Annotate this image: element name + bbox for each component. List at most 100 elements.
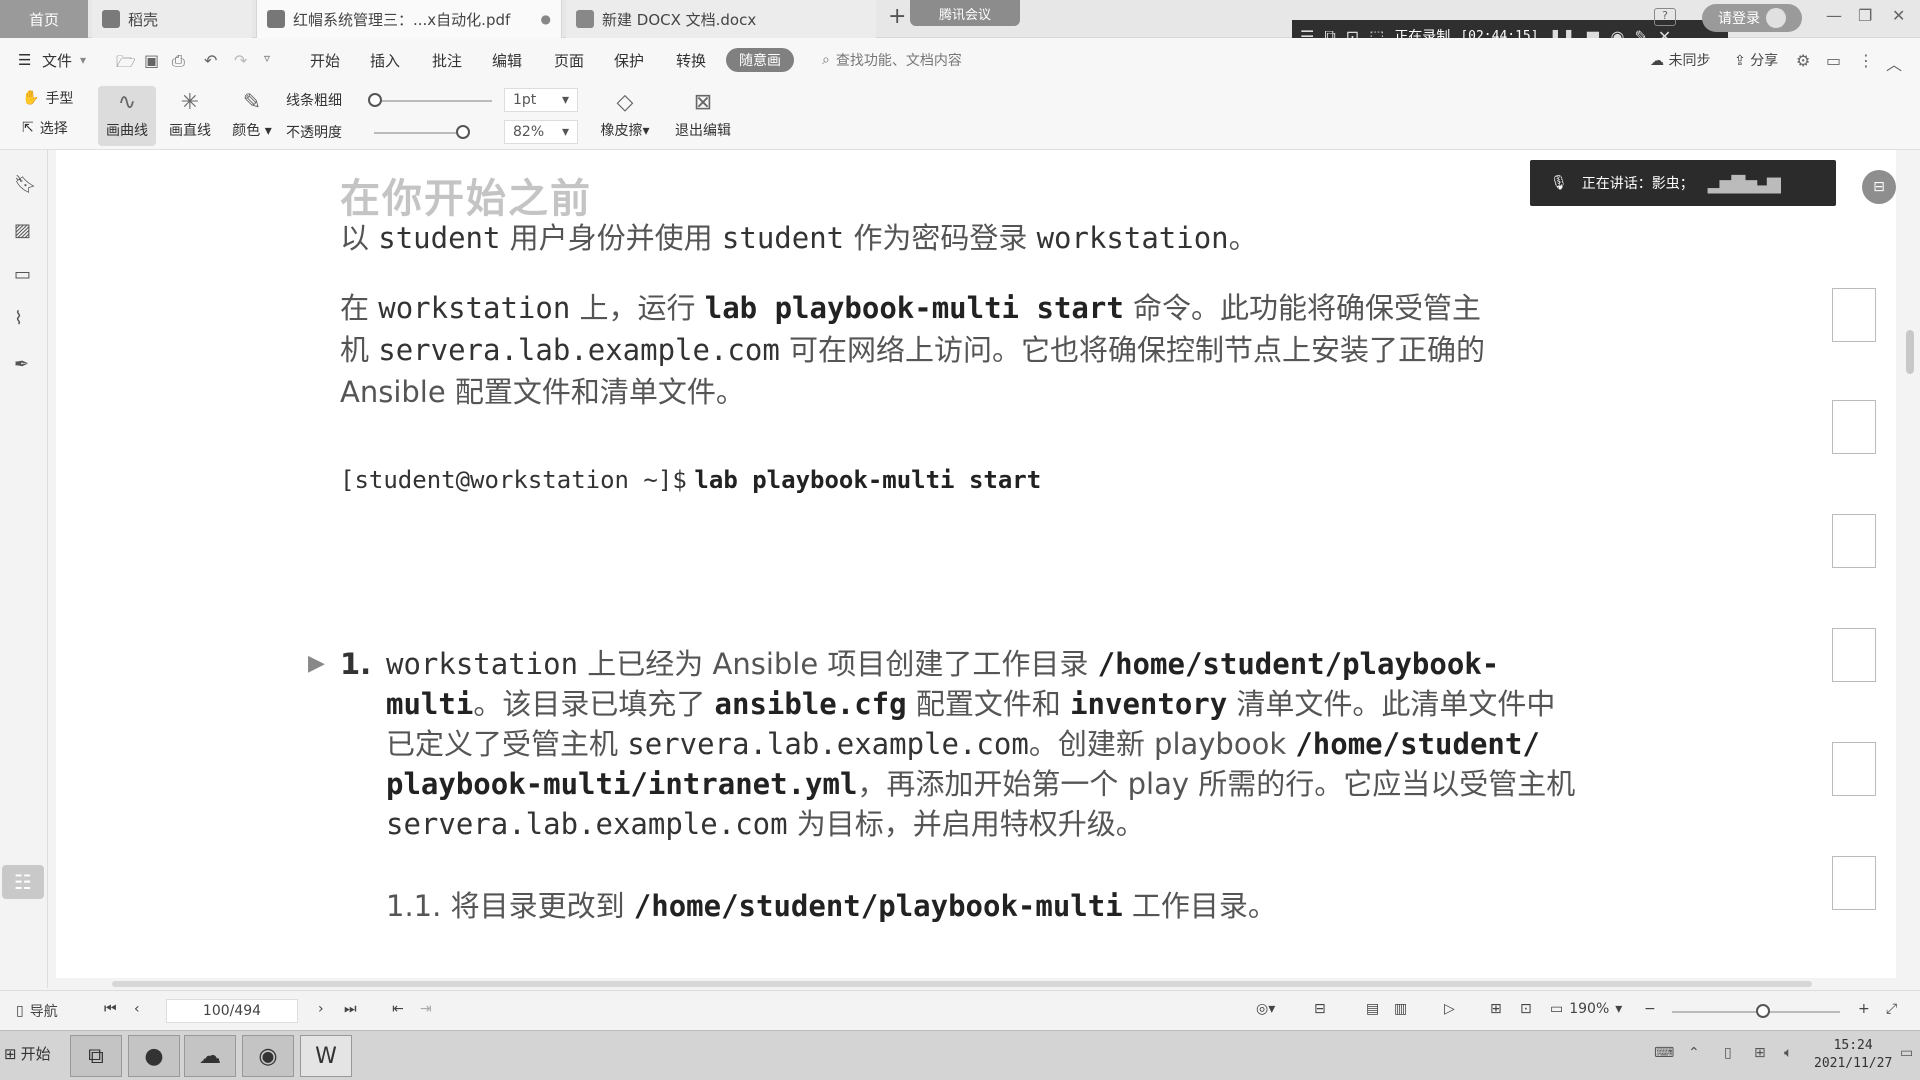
taskbar-app-meeting[interactable]: ☁ bbox=[184, 1035, 236, 1077]
tray-expand-icon[interactable]: ⌃ bbox=[1688, 1045, 1700, 1061]
network-icon[interactable]: ⊞ bbox=[1754, 1045, 1766, 1061]
page-thumbnail[interactable] bbox=[1832, 742, 1876, 796]
page-thumbnail[interactable] bbox=[1832, 856, 1876, 910]
start-button[interactable]: ⊞ 开始 bbox=[4, 1043, 51, 1064]
crop-icon[interactable]: ⊡ bbox=[1520, 1001, 1532, 1017]
search-box[interactable]: ⌕ 查找功能、文档内容 bbox=[822, 50, 962, 70]
undo-icon[interactable]: ↶ bbox=[204, 51, 217, 70]
last-page-icon[interactable]: ⏭ bbox=[344, 1001, 357, 1017]
meeting-badge[interactable]: 腾讯会议 bbox=[910, 0, 1020, 26]
minimize-icon[interactable]: — bbox=[1826, 6, 1842, 25]
exit-edit-button[interactable]: ⊠ 退出编辑 bbox=[668, 86, 738, 146]
unsaved-dot-icon[interactable]: ● bbox=[541, 12, 551, 26]
page-thumbnail[interactable] bbox=[1832, 628, 1876, 682]
menu-insert[interactable]: 插入 bbox=[370, 50, 400, 71]
line-tool[interactable]: ✳ 画直线 bbox=[162, 86, 218, 146]
first-page-icon[interactable]: ⏮ bbox=[104, 1001, 117, 1017]
floating-menu-button[interactable]: ⊟ bbox=[1862, 170, 1896, 204]
next-page-icon[interactable]: › bbox=[318, 1001, 324, 1017]
tab-docx[interactable]: 新建 DOCX 文档.docx bbox=[566, 0, 876, 38]
collapse-triangle-icon[interactable]: ▶ bbox=[308, 644, 325, 684]
more-icon[interactable]: ▿ bbox=[264, 51, 270, 65]
fit-page-icon[interactable]: ⊞ bbox=[1490, 1001, 1502, 1017]
sync-button[interactable]: ☁ 未同步 bbox=[1650, 50, 1710, 70]
page-thumbnail[interactable] bbox=[1832, 514, 1876, 568]
hamburger-icon[interactable]: ☰ bbox=[18, 51, 31, 69]
back-icon[interactable]: ⇤ bbox=[392, 1001, 404, 1017]
keyboard-icon[interactable]: ⌨ bbox=[1654, 1045, 1674, 1061]
forward-icon[interactable]: ⇥ bbox=[420, 1001, 432, 1017]
zoom-out-icon[interactable]: − bbox=[1644, 1001, 1656, 1017]
nav-toggle[interactable]: ▯ 导航 bbox=[16, 1001, 58, 1021]
save-icon[interactable]: ▣ bbox=[144, 51, 159, 70]
tab-home[interactable]: 首页 bbox=[0, 0, 88, 38]
more-vertical-icon[interactable]: ⋮ bbox=[1858, 51, 1874, 70]
page-thumbnail[interactable] bbox=[1832, 400, 1876, 454]
play-icon[interactable]: ▷ bbox=[1444, 1001, 1455, 1017]
eraser-tool[interactable]: ◇ 橡皮擦▾ bbox=[590, 86, 660, 146]
opacity-slider-knob[interactable] bbox=[456, 125, 470, 139]
menu-edit[interactable]: 编辑 bbox=[492, 50, 522, 71]
taskbar-app-obs[interactable]: ● bbox=[128, 1035, 180, 1077]
help-icon[interactable]: ? bbox=[1654, 8, 1676, 26]
substep-1-1: 1.1. 将目录更改到 /home/student/playbook-multi… bbox=[386, 889, 1277, 923]
signature-icon[interactable]: ✒ bbox=[14, 354, 29, 375]
print-icon[interactable]: ⎙ bbox=[172, 51, 185, 71]
taskbar-app-wps[interactable]: W bbox=[300, 1035, 352, 1077]
tab-daoke[interactable]: 稻壳 bbox=[92, 0, 252, 38]
window-close-icon[interactable]: ✕ bbox=[1892, 6, 1905, 25]
share-button[interactable]: ⇪ 分享 bbox=[1734, 50, 1778, 70]
zoom-slider-knob[interactable] bbox=[1756, 1004, 1770, 1018]
device-icon[interactable]: ▯ bbox=[1724, 1045, 1732, 1061]
menu-protect[interactable]: 保护 bbox=[614, 50, 644, 71]
chevron-down-icon[interactable]: ▾ bbox=[80, 53, 86, 67]
select-tool[interactable]: ⇱ 选择 bbox=[22, 118, 68, 138]
restore-icon[interactable]: ❐ bbox=[1858, 6, 1872, 25]
scroll-thumb[interactable] bbox=[112, 981, 1812, 987]
collapse-icon[interactable]: ︿ bbox=[1886, 51, 1902, 75]
color-tool[interactable]: ✎ 颜色 ▾ bbox=[226, 86, 278, 146]
hand-tool[interactable]: ✋ 手型 bbox=[22, 88, 73, 108]
clock[interactable]: 15:24 2021/11/27 bbox=[1814, 1037, 1892, 1073]
settings-icon[interactable]: ⚙ bbox=[1796, 51, 1810, 70]
opacity-select[interactable]: 82% ▾ bbox=[504, 120, 578, 144]
taskbar-app-window[interactable]: ⧉ bbox=[70, 1035, 122, 1077]
width-select[interactable]: 1pt ▾ bbox=[504, 88, 578, 112]
menu-start[interactable]: 开始 bbox=[310, 50, 340, 71]
eye-protect-icon[interactable]: ◎▾ bbox=[1256, 1001, 1275, 1017]
new-tab-button[interactable]: + bbox=[888, 4, 906, 29]
vertical-scrollbar[interactable] bbox=[1900, 150, 1920, 978]
notification-icon[interactable]: ▭ bbox=[1900, 1045, 1913, 1061]
menu-convert[interactable]: 转换 bbox=[676, 50, 706, 71]
taskbar-app-browser[interactable]: ◉ bbox=[242, 1035, 294, 1077]
bookmark-icon[interactable]: 🔖︎ bbox=[14, 174, 37, 195]
login-button[interactable]: 请登录 bbox=[1702, 4, 1802, 32]
volume-icon[interactable]: 🔈︎ bbox=[1784, 1045, 1792, 1061]
zoom-select[interactable]: ▭ 190% ▾ bbox=[1550, 1001, 1622, 1017]
prev-page-icon[interactable]: ‹ bbox=[134, 1001, 140, 1017]
page-number-input[interactable]: 100/494 bbox=[166, 999, 298, 1023]
zoom-in-icon[interactable]: + bbox=[1858, 1001, 1870, 1017]
outline-button[interactable]: ☷ bbox=[2, 865, 44, 899]
width-slider-knob[interactable] bbox=[368, 93, 382, 107]
single-page-icon[interactable]: ▤ bbox=[1366, 1001, 1379, 1017]
double-page-icon[interactable]: ▥ bbox=[1394, 1001, 1407, 1017]
comment-icon[interactable]: ▭ bbox=[1826, 51, 1841, 70]
tab-pdf[interactable]: 红帽系统管理三：...x自动化.pdf ● bbox=[256, 0, 562, 38]
thumbnail-icon[interactable]: ▨ bbox=[14, 220, 31, 241]
menu-page[interactable]: 页面 bbox=[554, 50, 584, 71]
menu-comment[interactable]: 批注 bbox=[432, 50, 462, 71]
page-thumbnail[interactable] bbox=[1832, 288, 1876, 342]
scroll-thumb[interactable] bbox=[1906, 330, 1914, 374]
width-slider[interactable] bbox=[374, 100, 492, 102]
horizontal-scrollbar[interactable] bbox=[56, 978, 1896, 990]
fit-width-icon[interactable]: ⊟ bbox=[1314, 1001, 1326, 1017]
redo-icon[interactable]: ↷ bbox=[234, 51, 247, 70]
menu-file[interactable]: 文件 bbox=[42, 50, 72, 71]
fullscreen-icon[interactable]: ⤢ bbox=[1886, 1001, 1897, 1017]
comment-icon[interactable]: ▭ bbox=[14, 264, 31, 285]
open-icon[interactable]: 🗁 bbox=[116, 51, 136, 78]
menu-free-draw[interactable]: 随意画 bbox=[726, 48, 794, 72]
curve-tool[interactable]: ∿ 画曲线 bbox=[98, 86, 156, 146]
attachment-icon[interactable]: ⌇ bbox=[14, 308, 23, 329]
